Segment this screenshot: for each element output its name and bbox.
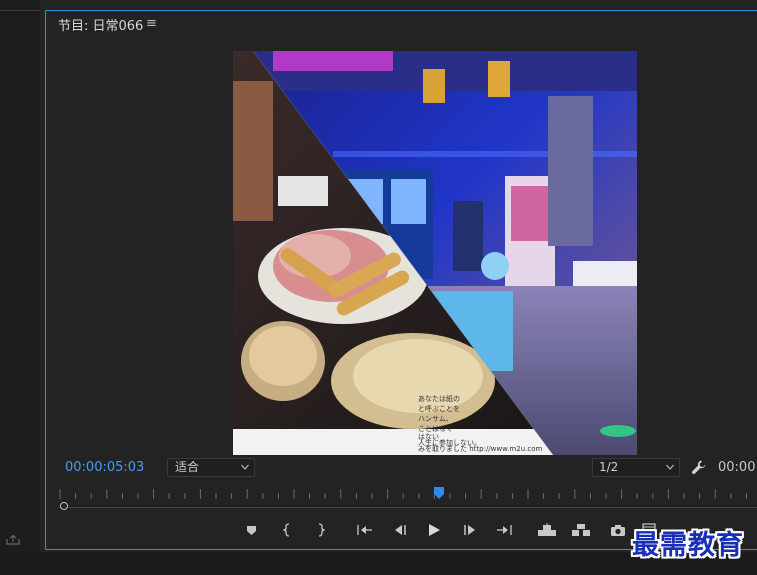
add-marker-button[interactable]: [240, 520, 262, 540]
wrench-icon[interactable]: [691, 459, 707, 475]
hamburger-icon[interactable]: ≡: [146, 16, 157, 31]
go-to-in-button[interactable]: [354, 520, 376, 540]
lift-icon: [538, 523, 556, 536]
step-forward-icon: [464, 525, 475, 535]
lift-button[interactable]: [536, 520, 558, 540]
mark-in-button[interactable]: [277, 520, 299, 540]
scrub-track[interactable]: [58, 507, 757, 508]
step-back-icon: [395, 525, 406, 535]
go-to-out-icon: [497, 525, 512, 535]
step-forward-button[interactable]: [459, 520, 481, 540]
current-timecode[interactable]: 00:00:05:03: [65, 460, 144, 475]
go-to-in-icon: [357, 525, 372, 535]
frame-text: ハンサム、: [418, 415, 453, 423]
marker-icon: [246, 525, 256, 535]
resolution-value: 1/2: [599, 460, 619, 474]
program-viewer[interactable]: あなたは紙の と呼ぶことを ハンサム、 ことはなく はない 人生に参加しない。 …: [233, 51, 637, 455]
left-panel: [0, 0, 40, 552]
extract-button[interactable]: [570, 520, 592, 540]
zoom-select[interactable]: 适合: [167, 458, 255, 477]
resolution-select[interactable]: 1/2: [592, 458, 680, 477]
panel-title[interactable]: 节目: 日常066: [58, 15, 143, 34]
time-ruler[interactable]: [58, 487, 757, 501]
mark-in-icon: [283, 523, 290, 537]
chevron-down-icon: [241, 464, 249, 470]
scrub-handle[interactable]: [60, 502, 68, 510]
export-frame-button[interactable]: [607, 520, 629, 540]
frame-text: みを取りました http://www.m2u.com: [418, 445, 542, 453]
video-frame: あなたは紙の と呼ぶことを ハンサム、 ことはなく はない 人生に参加しない。 …: [233, 51, 637, 455]
frame-text: あなたは紙の: [418, 394, 460, 403]
panel-divider: [0, 10, 40, 11]
go-to-out-button[interactable]: [493, 520, 515, 540]
program-monitor-panel: 节目: 日常066 ≡ あなたは紙の と呼ぶことを ハンサム、 ことはなく はな…: [45, 10, 757, 550]
export-icon[interactable]: [6, 535, 20, 545]
watermark-logo: 最需教育: [632, 530, 744, 561]
play-button[interactable]: [423, 520, 445, 540]
mark-out-button[interactable]: [309, 520, 331, 540]
playhead[interactable]: [434, 487, 444, 499]
step-back-button[interactable]: [389, 520, 411, 540]
frame-text: と呼ぶことを: [418, 404, 460, 413]
play-icon: [429, 524, 440, 536]
duration-timecode: 00:00:: [718, 460, 757, 475]
extract-icon: [572, 524, 590, 536]
chevron-down-icon: [666, 464, 674, 470]
frame-text: ことはなく: [418, 425, 453, 433]
zoom-value: 适合: [175, 460, 200, 474]
mark-out-icon: [318, 523, 325, 537]
camera-icon: [611, 524, 625, 536]
